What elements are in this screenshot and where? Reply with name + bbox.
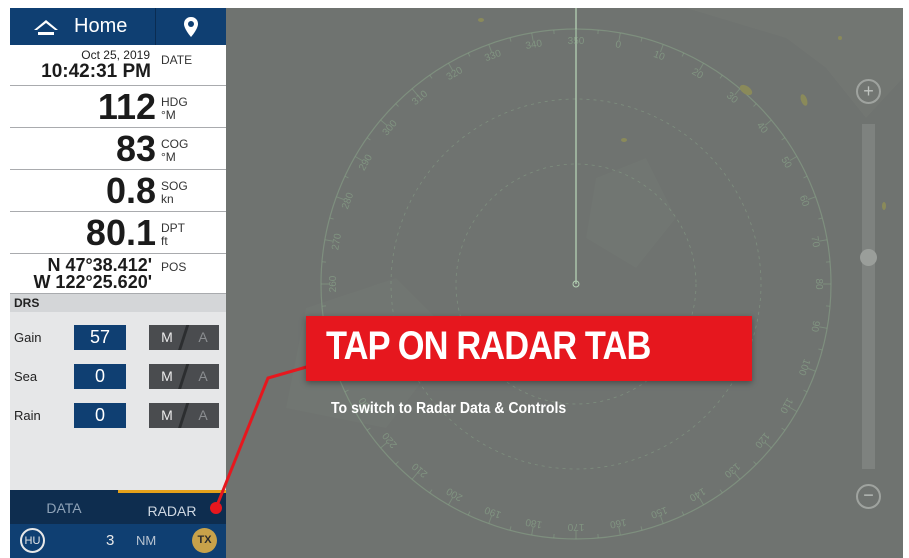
annotation-line bbox=[214, 364, 311, 509]
screenshot-frame: Home Oct 25, 2019 10:42:31 PM DATE 112 H… bbox=[0, 0, 909, 558]
chartplotter-screen: Home Oct 25, 2019 10:42:31 PM DATE 112 H… bbox=[10, 8, 903, 558]
annotation-leader bbox=[214, 364, 311, 509]
annotation-subtitle: To switch to Radar Data & Controls bbox=[331, 400, 567, 417]
annotation-title: TAP ON RADAR TAB bbox=[326, 324, 651, 368]
annotation-dot bbox=[210, 502, 222, 514]
